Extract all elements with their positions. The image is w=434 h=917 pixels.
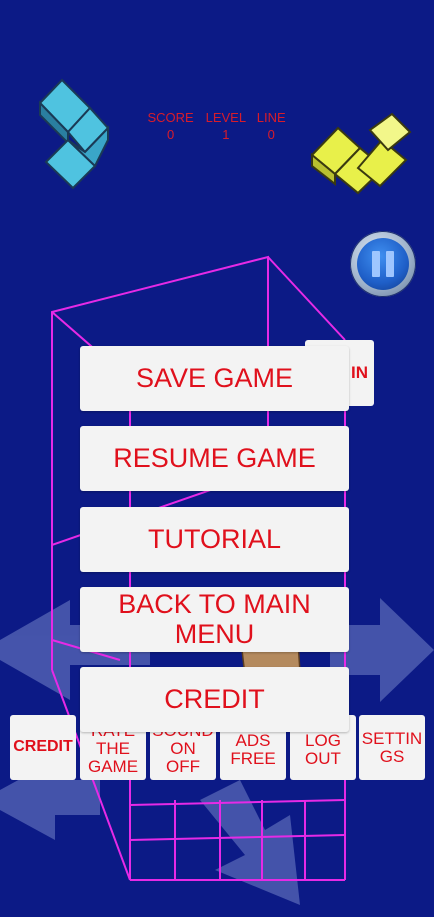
tutorial-button[interactable]: TUTORIAL [80,507,349,572]
settings-label-1: SETTIN [361,728,423,748]
rate-label-3: GAME [87,757,139,777]
ads-label-1: ADS [235,731,271,751]
line-label: LINE [256,110,286,125]
sound-label-3: OFF [166,757,200,777]
hold-piece-yellow [310,112,412,195]
logout-label-2: OUT [305,749,341,769]
back-to-main-label: BACK TO MAIN [118,588,311,619]
rate-label-2: THE [96,739,130,759]
back-to-main-menu-button[interactable]: BACK TO MAIN MENU [80,587,349,652]
pause-icon [357,238,409,290]
level-value: 1 [222,127,230,142]
logout-label-1: LOG [305,731,341,751]
score-label: SCORE [147,110,194,125]
settings-label-2: GS [379,746,405,766]
back-to-main-label-2: MENU [174,618,255,649]
ads-label-2: FREE [230,749,276,769]
credit-button[interactable]: CREDIT [80,667,349,732]
next-piece-cyan [38,78,110,190]
line-value: 0 [267,127,275,142]
pause-button[interactable] [350,231,416,297]
resume-game-button[interactable]: RESUME GAME [80,426,349,491]
arrow-down-icon [200,780,300,905]
score-panel: SCORE LEVEL LINE 0 1 0 [146,110,286,142]
save-game-button[interactable]: SAVE GAME [80,346,349,411]
sound-label-2: ON [170,739,196,759]
level-label: LEVEL [205,110,247,125]
settings-button[interactable]: SETTIN GS [359,715,425,780]
bottom-credit-button[interactable]: CREDIT [10,715,76,780]
score-value: 0 [167,127,175,142]
